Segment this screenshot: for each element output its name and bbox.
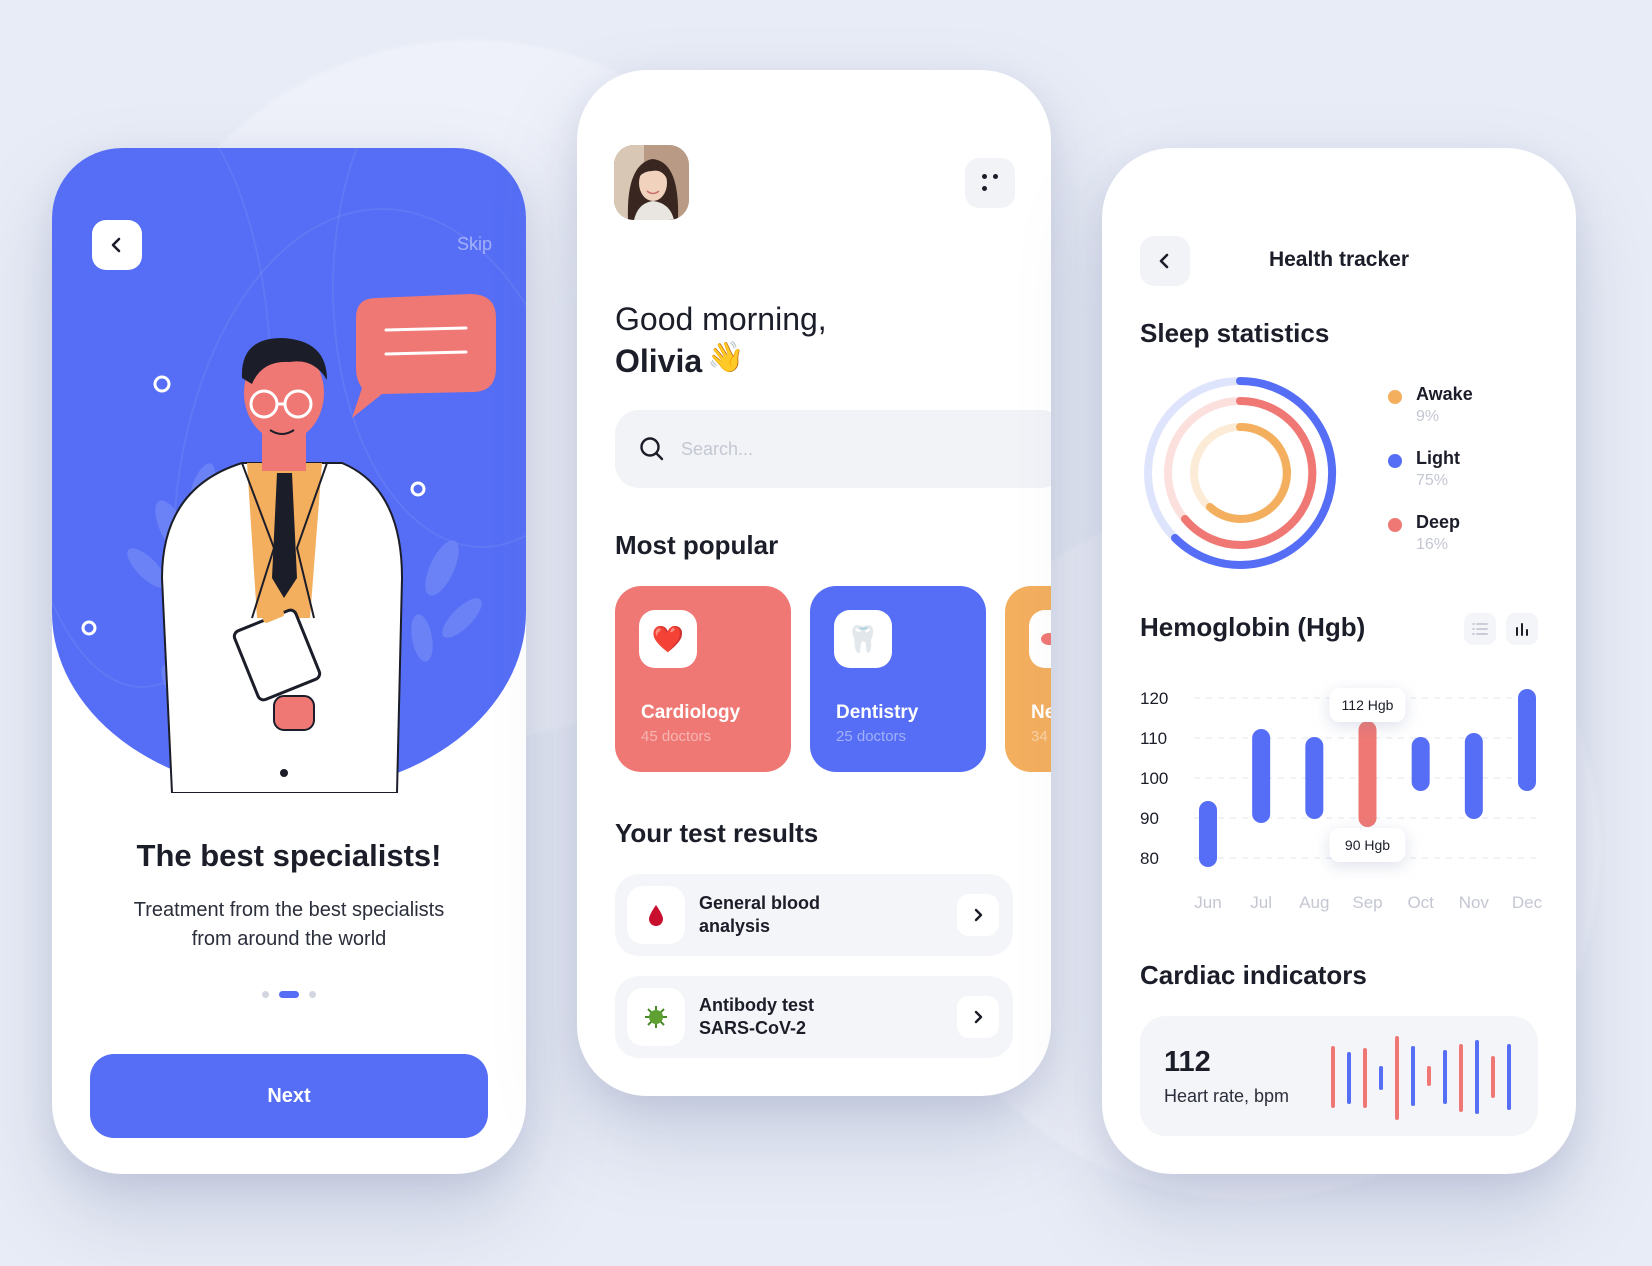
onboarding-title: The best specialists!: [136, 838, 442, 873]
y-tick-label: 80: [1140, 849, 1159, 868]
y-tick-label: 110: [1140, 729, 1167, 748]
user-name: Olivia: [615, 343, 703, 379]
test-title: Antibody test SARS-CoV-2: [699, 994, 929, 1040]
x-tick-label: Jun: [1194, 893, 1221, 912]
tests-heading: Your test results: [615, 818, 819, 848]
heart-rate-label: Heart rate, bpm: [1164, 1086, 1290, 1106]
avatar[interactable]: [614, 145, 689, 220]
y-tick-label: 120: [1140, 689, 1168, 708]
virus-icon: [627, 988, 685, 1046]
doctor-illustration: [81, 294, 496, 793]
category-card-cardiology[interactable]: ❤️ Cardiology 45 doctors: [615, 586, 791, 772]
onboarding-subtitle: Treatment from the best specialists from…: [102, 896, 476, 954]
x-tick-label: Dec: [1512, 893, 1543, 912]
test-result-item[interactable]: General blood analysis: [615, 874, 1013, 956]
screen-title: Health tracker: [1268, 248, 1410, 271]
list-view-button[interactable]: [1464, 613, 1496, 645]
heart-icon: ❤️: [639, 610, 697, 668]
legend-dot: [1388, 518, 1402, 532]
onboarding-screen: Skip The best specialists! Treatment fro…: [52, 148, 526, 1174]
search-icon: [640, 437, 664, 461]
x-tick-label: Aug: [1299, 893, 1329, 912]
subtitle-line: Treatment from the best specialists: [133, 899, 445, 921]
dots-menu-icon: [982, 174, 987, 179]
dots-menu-icon: [982, 186, 987, 191]
user-photo: [614, 145, 689, 220]
brain-icon: [1029, 610, 1051, 668]
chevron-right-icon: [974, 1010, 983, 1024]
sleep-heading: Sleep statistics: [1140, 318, 1330, 348]
category-name: Ne: [1031, 702, 1051, 723]
health-tracker-screen: Health tracker Sleep statistics Awake 9%…: [1102, 148, 1576, 1174]
legend-label: Awake: [1416, 384, 1473, 404]
hemoglobin-chart: 120 110 100 90 80 Jun Jul Aug Sep 112 Hgb 90 Hgb Oc…: [1140, 688, 1543, 912]
open-test-button[interactable]: [957, 996, 999, 1038]
legend-dot: [1388, 454, 1402, 468]
open-test-button[interactable]: [957, 894, 999, 936]
legend-value: 16%: [1416, 536, 1449, 553]
category-name: Dentistry: [836, 702, 919, 723]
tooltip-text: 112 Hgb: [1342, 697, 1394, 713]
home-screen: Good morning, Olivia 👋 Most popular ❤️ C…: [577, 70, 1051, 1096]
category-count: 45 doctors: [641, 728, 712, 745]
y-tick-label: 90: [1140, 809, 1159, 828]
page-indicator: [52, 991, 526, 998]
test-title-line: Antibody test: [699, 995, 814, 1015]
greeting: Good morning,: [615, 301, 827, 337]
heart-rate-value: 112: [1164, 1046, 1211, 1078]
wave-emoji: 👋: [707, 341, 745, 374]
test-title-line: SARS-CoV-2: [699, 1018, 807, 1038]
dots-menu-icon: [993, 174, 998, 179]
heart-rate-waveform: [1331, 1036, 1511, 1120]
test-title-line: analysis: [699, 916, 771, 936]
heart-rate-card[interactable]: 112 Heart rate, bpm: [1140, 1016, 1538, 1136]
test-title-line: General blood: [699, 893, 821, 913]
category-count: 34: [1031, 728, 1048, 745]
value-tooltip: 112 Hgb: [1329, 688, 1406, 722]
sleep-rings-chart: [1144, 377, 1337, 569]
menu-button[interactable]: [965, 158, 1015, 208]
list-icon: [1472, 623, 1488, 635]
category-card-dentistry[interactable]: 🦷 Dentistry 25 doctors: [810, 586, 986, 772]
popular-heading: Most popular: [615, 530, 779, 560]
x-tick-label: Oct: [1407, 893, 1434, 912]
y-tick-label: 100: [1140, 769, 1168, 788]
ring-awake: [1206, 422, 1291, 523]
subtitle-line: from around the world: [191, 928, 387, 950]
category-card-partial[interactable]: Ne 34: [1005, 586, 1051, 772]
x-tick-label: Sep: [1352, 893, 1382, 912]
blood-drop-icon: [627, 886, 685, 944]
page-dot[interactable]: [309, 991, 316, 998]
ring-deep: [1181, 396, 1317, 549]
page-dot[interactable]: [262, 991, 269, 998]
chevron-right-icon: [974, 908, 983, 922]
search-bar[interactable]: [615, 410, 1051, 488]
category-count: 25 doctors: [836, 728, 907, 745]
value-tooltip: 90 Hgb: [1329, 828, 1406, 862]
bar-chart-icon: [1516, 623, 1528, 636]
x-tick-label: Nov: [1459, 893, 1490, 912]
page-dot-active[interactable]: [279, 991, 299, 998]
legend-label: Light: [1416, 448, 1460, 468]
test-title: General blood analysis: [699, 892, 929, 938]
search-input[interactable]: [681, 432, 981, 466]
tooth-icon: 🦷: [834, 610, 892, 668]
tooltip-text: 90 Hgb: [1345, 837, 1390, 853]
hgb-heading: Hemoglobin (Hgb): [1140, 612, 1366, 642]
legend-value: 9%: [1416, 408, 1440, 425]
legend-dot: [1388, 390, 1402, 404]
category-name: Cardiology: [641, 702, 741, 723]
cardiac-heading: Cardiac indicators: [1140, 960, 1367, 990]
test-result-item[interactable]: Antibody test SARS-CoV-2: [615, 976, 1013, 1058]
legend-value: 75%: [1416, 472, 1449, 489]
next-button[interactable]: Next: [90, 1054, 488, 1138]
legend-label: Deep: [1416, 512, 1461, 532]
bar-view-button[interactable]: [1506, 613, 1538, 645]
x-tick-label: Jul: [1250, 893, 1272, 912]
